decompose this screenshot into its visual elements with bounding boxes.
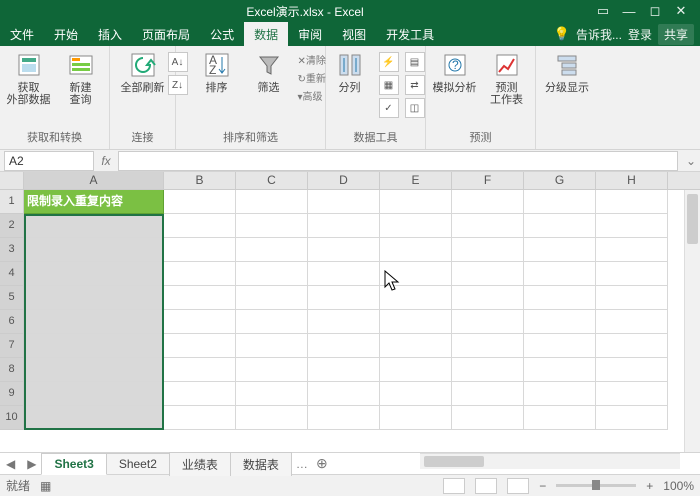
get-external-data-button[interactable]: 获取 外部数据: [6, 50, 52, 106]
tab-dev[interactable]: 开发工具: [376, 22, 444, 47]
svg-text:Z: Z: [209, 63, 216, 77]
group-label: 排序和筛选: [223, 127, 278, 147]
svg-text:?: ?: [452, 58, 459, 72]
row-header[interactable]: 8: [0, 358, 24, 382]
sheet-tab[interactable]: Sheet2: [106, 453, 170, 474]
sort-asc-button[interactable]: A↓: [168, 52, 188, 72]
consolidate-button[interactable]: ▤: [405, 52, 425, 72]
cell-a1[interactable]: 限制录入重复内容: [24, 190, 164, 214]
col-header[interactable]: D: [308, 172, 380, 189]
tab-view[interactable]: 视图: [332, 22, 376, 47]
select-all-corner[interactable]: [0, 172, 24, 189]
row-header[interactable]: 6: [0, 310, 24, 334]
refresh-all-button[interactable]: 全部刷新: [120, 50, 166, 94]
forecast-button[interactable]: 预测 工作表: [484, 50, 530, 106]
group-label: 预测: [470, 127, 492, 147]
tab-data[interactable]: 数据: [244, 22, 288, 47]
sheet-tabs: ◀ ▶ Sheet3 Sheet2 业绩表 数据表 … ⊕: [0, 452, 700, 474]
remove-dup-button[interactable]: ▦: [379, 75, 399, 95]
tell-me[interactable]: 告诉我...: [576, 26, 622, 43]
group-label: 数据工具: [354, 127, 398, 147]
col-header[interactable]: C: [236, 172, 308, 189]
ribbon: 获取 外部数据 新建 查询 获取和转换 全部刷新 连接 A↓ Z↓ AZ: [0, 46, 700, 150]
status-bar: 就绪 ▦ − + 100%: [0, 474, 700, 496]
group-label: 连接: [132, 127, 154, 147]
row-header[interactable]: 5: [0, 286, 24, 310]
menubar: 文件 开始 插入 页面布局 公式 数据 审阅 视图 开发工具 💡 告诉我... …: [0, 22, 700, 46]
page-layout-button[interactable]: [475, 478, 497, 494]
cell[interactable]: [24, 214, 164, 238]
new-sheet-button[interactable]: ⊕: [312, 455, 332, 472]
group-label: [565, 131, 568, 147]
share-button[interactable]: 共享: [658, 24, 694, 45]
worksheet-grid[interactable]: A B C D E F G H 1限制录入重复内容 2 3 4 5 6 7 8 …: [0, 172, 700, 452]
tab-home[interactable]: 开始: [44, 22, 88, 47]
record-macro-icon[interactable]: ▦: [40, 479, 51, 493]
formula-input[interactable]: [118, 151, 678, 171]
group-label: 获取和转换: [27, 127, 82, 147]
data-validation-button[interactable]: ✓: [379, 98, 399, 118]
sheet-tab[interactable]: 数据表: [230, 452, 292, 476]
row-header[interactable]: 1: [0, 190, 24, 214]
col-header[interactable]: G: [524, 172, 596, 189]
expand-formula-icon[interactable]: ⌄: [682, 154, 700, 168]
sheet-tab[interactable]: 业绩表: [169, 452, 231, 476]
minimize-icon[interactable]: —: [616, 4, 642, 19]
maximize-icon[interactable]: ◻: [642, 3, 668, 19]
funnel-icon: [254, 50, 284, 80]
tab-layout[interactable]: 页面布局: [132, 22, 200, 47]
whatif-button[interactable]: ? 模拟分析: [432, 50, 478, 94]
tabs-prev-icon[interactable]: ◀: [0, 457, 21, 471]
col-header[interactable]: F: [452, 172, 524, 189]
tabs-next-icon[interactable]: ▶: [21, 457, 42, 471]
name-box[interactable]: A2: [4, 151, 94, 171]
tab-review[interactable]: 审阅: [288, 22, 332, 47]
horizontal-scrollbar[interactable]: [420, 453, 680, 469]
sheet-tab[interactable]: Sheet3: [41, 453, 106, 475]
tab-file[interactable]: 文件: [0, 22, 44, 47]
text-to-columns-button[interactable]: 分列: [327, 50, 373, 94]
col-header[interactable]: B: [164, 172, 236, 189]
formula-bar: A2 fx ⌄: [0, 150, 700, 172]
outline-button[interactable]: 分级显示: [544, 50, 590, 94]
zoom-slider[interactable]: [556, 484, 636, 487]
flash-fill-button[interactable]: ⚡: [379, 52, 399, 72]
row-header[interactable]: 4: [0, 262, 24, 286]
tab-insert[interactable]: 插入: [88, 22, 132, 47]
column-headers: A B C D E F G H: [0, 172, 700, 190]
col-header[interactable]: A: [24, 172, 164, 189]
close-icon[interactable]: ✕: [668, 3, 694, 19]
bulb-icon[interactable]: 💡: [554, 26, 570, 42]
titlebar: Excel演示.xlsx - Excel ▭ — ◻ ✕: [0, 0, 700, 22]
row-header[interactable]: 2: [0, 214, 24, 238]
filter-button[interactable]: 筛选: [246, 50, 292, 94]
row-header[interactable]: 7: [0, 334, 24, 358]
normal-view-button[interactable]: [443, 478, 465, 494]
vertical-scrollbar[interactable]: [684, 190, 700, 452]
row-header[interactable]: 9: [0, 382, 24, 406]
new-query-button[interactable]: 新建 查询: [58, 50, 104, 106]
login-link[interactable]: 登录: [628, 26, 652, 43]
tab-formula[interactable]: 公式: [200, 22, 244, 47]
grid-rows: 1限制录入重复内容 2 3 4 5 6 7 8 9 10: [0, 190, 700, 430]
col-header[interactable]: E: [380, 172, 452, 189]
row-header[interactable]: 3: [0, 238, 24, 262]
status-ready: 就绪: [6, 477, 30, 494]
window-title: Excel演示.xlsx - Excel: [20, 3, 590, 20]
sort-button[interactable]: AZ 排序: [194, 50, 240, 94]
zoom-in-button[interactable]: +: [646, 479, 653, 493]
zoom-out-button[interactable]: −: [539, 479, 546, 493]
more-tabs[interactable]: …: [292, 457, 312, 471]
sort-desc-button[interactable]: Z↓: [168, 75, 188, 95]
manage-model-button[interactable]: ◫: [405, 98, 425, 118]
page-break-button[interactable]: [507, 478, 529, 494]
ribbon-opts-icon[interactable]: ▭: [590, 3, 616, 19]
fx-icon[interactable]: fx: [94, 154, 118, 168]
zoom-label[interactable]: 100%: [663, 479, 694, 493]
row-header[interactable]: 10: [0, 406, 24, 430]
col-header[interactable]: H: [596, 172, 668, 189]
relationships-button[interactable]: ⇄: [405, 75, 425, 95]
